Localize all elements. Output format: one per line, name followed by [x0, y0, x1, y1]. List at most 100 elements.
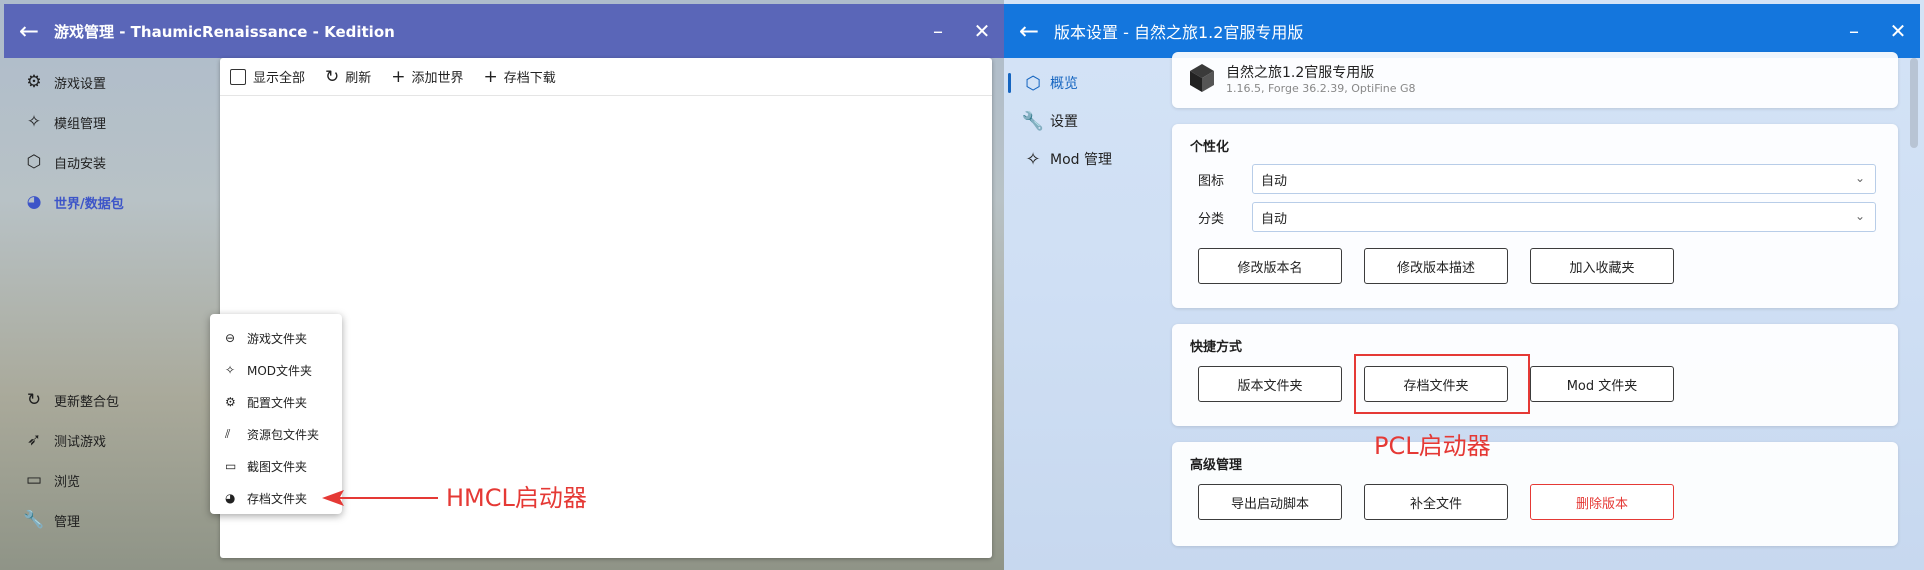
close-button[interactable]: ✕ — [960, 19, 1004, 43]
close-button[interactable]: ✕ — [1876, 19, 1920, 43]
annotation-arrow — [322, 490, 438, 506]
minimize-button[interactable]: – — [916, 19, 960, 43]
hmcl-titlebar: ← 游戏管理 - ThaumicRenaissance - Kedition –… — [4, 4, 1004, 58]
nav-label: 管理 — [54, 514, 81, 530]
window-title: 版本设置 - 自然之旅1.2官服专用版 — [1054, 23, 1304, 42]
texture-icon: ⫽ — [225, 426, 231, 441]
plus-icon: + — [391, 66, 406, 87]
pcl-annotation: PCL启动器 — [1374, 432, 1491, 460]
nav-manage[interactable]: 🔧 管理 — [8, 500, 214, 540]
nav-browse[interactable]: ▭ 浏览 — [8, 460, 214, 500]
hmcl-window: ← 游戏管理 - ThaumicRenaissance - Kedition –… — [0, 0, 1004, 570]
menu-item-label: 游戏文件夹 — [247, 331, 308, 346]
folder-icon: ▭ — [25, 470, 43, 490]
puzzle-icon: ✧ — [1025, 148, 1041, 170]
menu-item-label: 配置文件夹 — [247, 395, 308, 410]
refresh-label: 刷新 — [345, 71, 372, 86]
back-icon[interactable]: ← — [1004, 17, 1054, 45]
nav-settings[interactable]: 🔧 设置 — [1016, 104, 1146, 138]
edit-description-button[interactable]: 修改版本描述 — [1364, 248, 1508, 284]
nav-label: 自动安装 — [54, 156, 107, 172]
shortcuts-title: 快捷方式 — [1190, 340, 1243, 355]
menu-item-label: 存档文件夹 — [247, 491, 308, 506]
personalize-title: 个性化 — [1190, 140, 1230, 155]
screenshot-icon: ▭ — [225, 459, 237, 473]
pcl-window: ← 版本设置 - 自然之旅1.2官服专用版 – ✕ ⬡ 概览 🔧 设置 ✧ Mod 管… — [1004, 0, 1924, 570]
nav-overview[interactable]: ⬡ 概览 — [1008, 66, 1146, 100]
nav-label: 世界/数据包 — [54, 196, 124, 212]
nav-auto-install[interactable]: ⬡ 自动安装 — [8, 142, 214, 182]
nav-label: 概览 — [1050, 76, 1078, 92]
version-cube-icon — [1190, 64, 1214, 92]
active-indicator — [1008, 73, 1011, 93]
delete-version-button[interactable]: 删除版本 — [1530, 484, 1674, 520]
export-script-button[interactable]: 导出启动脚本 — [1198, 484, 1342, 520]
menu-item-game-folder[interactable]: ⊖ 游戏文件夹 — [210, 322, 342, 354]
download-save-label: 存档下载 — [503, 71, 556, 86]
nav-game-settings[interactable]: ⚙ 游戏设置 — [8, 62, 214, 102]
world-toolbar: 显示全部 ↻ 刷新 + 添加世界 + 存档下载 — [220, 58, 992, 96]
cube-icon: ⬡ — [1025, 72, 1041, 94]
rocket-icon: ➶ — [26, 430, 42, 450]
shortcuts-card: 快捷方式 版本文件夹 存档文件夹 Mod 文件夹 — [1172, 324, 1898, 426]
version-name: 自然之旅1.2官服专用版 — [1226, 65, 1375, 81]
back-icon[interactable]: ← — [4, 17, 54, 45]
nav-label: 模组管理 — [54, 116, 107, 132]
add-favorite-button[interactable]: 加入收藏夹 — [1530, 248, 1674, 284]
nav-mod-manage[interactable]: ✧ Mod 管理 — [1016, 142, 1146, 176]
wrench-icon: 🔧 — [1021, 110, 1045, 132]
chevron-down-icon: ⌄ — [1854, 209, 1865, 223]
download-save-button[interactable]: + 存档下载 — [484, 67, 556, 87]
nav-label: 测试游戏 — [54, 434, 107, 450]
refresh-icon: ↻ — [26, 390, 42, 410]
hmcl-sidebar: ⚙ 游戏设置 ✧ 模组管理 ⬡ 自动安装 ◕ 世界/数据包 ↻ 更新整合包 ➶ 测试游戏 ▭… — [4, 58, 214, 570]
show-all-label: 显示全部 — [253, 71, 306, 86]
menu-item-resourcepack-folder[interactable]: ⫽ 资源包文件夹 — [210, 418, 342, 450]
menu-item-label: MOD文件夹 — [247, 363, 313, 378]
menu-item-config-folder[interactable]: ⚙ 配置文件夹 — [210, 386, 342, 418]
pcl-titlebar: ← 版本设置 - 自然之旅1.2官服专用版 – ✕ — [1004, 4, 1920, 58]
refresh-icon: ↻ — [325, 66, 340, 87]
show-all-checkbox[interactable]: 显示全部 — [230, 67, 305, 86]
nav-worlds[interactable]: ◕ 世界/数据包 — [8, 182, 214, 222]
advanced-card: 高级管理 导出启动脚本 补全文件 删除版本 — [1172, 442, 1898, 546]
mod-folder-button[interactable]: Mod 文件夹 — [1530, 366, 1674, 402]
hmcl-annotation: HMCL启动器 — [446, 484, 587, 512]
category-select[interactable]: 自动 ⌄ — [1252, 202, 1876, 232]
icon-select-value: 自动 — [1261, 173, 1288, 189]
nav-test-game[interactable]: ➶ 测试游戏 — [8, 420, 214, 460]
category-label: 分类 — [1198, 212, 1225, 227]
add-world-label: 添加世界 — [411, 71, 464, 86]
rename-version-button[interactable]: 修改版本名 — [1198, 248, 1342, 284]
chevron-down-icon: ⌄ — [1854, 171, 1865, 185]
gear-icon: ⚙ — [225, 395, 236, 409]
globe-icon: ◕ — [225, 491, 236, 505]
complete-files-button[interactable]: 补全文件 — [1364, 484, 1508, 520]
category-select-value: 自动 — [1261, 211, 1288, 227]
nav-label: 游戏设置 — [54, 76, 107, 92]
nav-label: 浏览 — [54, 474, 81, 490]
add-world-button[interactable]: + 添加世界 — [391, 67, 463, 87]
icon-label: 图标 — [1198, 174, 1225, 189]
menu-item-mod-folder[interactable]: ✧ MOD文件夹 — [210, 354, 342, 386]
version-folder-button[interactable]: 版本文件夹 — [1198, 366, 1342, 402]
refresh-button[interactable]: ↻ 刷新 — [325, 67, 371, 87]
icon-select[interactable]: 自动 ⌄ — [1252, 164, 1876, 194]
globe-icon: ◕ — [26, 192, 42, 212]
minimize-button[interactable]: – — [1832, 19, 1876, 43]
scrollbar[interactable] — [1910, 58, 1918, 148]
menu-item-label: 截图文件夹 — [247, 459, 308, 474]
cube-icon: ⬡ — [26, 152, 42, 172]
personalize-card: 个性化 图标 自动 ⌄ 分类 自动 ⌄ 修改版本名 修改版本描述 加入收藏夹 — [1172, 124, 1898, 308]
version-info: 1.16.5, Forge 36.2.39, OptiFine G8 — [1226, 82, 1416, 95]
puzzle-icon: ✧ — [225, 363, 236, 377]
nav-update-pack[interactable]: ↻ 更新整合包 — [8, 380, 214, 420]
link-icon: ⊖ — [225, 331, 236, 345]
nav-label: 更新整合包 — [54, 394, 120, 410]
nav-label: 设置 — [1050, 114, 1078, 130]
checkbox-icon — [230, 68, 246, 85]
nav-label: Mod 管理 — [1050, 152, 1112, 168]
nav-mod-manage[interactable]: ✧ 模组管理 — [8, 102, 214, 142]
version-card: 自然之旅1.2官服专用版 1.16.5, Forge 36.2.39, Opti… — [1172, 52, 1898, 108]
menu-item-screenshot-folder[interactable]: ▭ 截图文件夹 — [210, 450, 342, 482]
